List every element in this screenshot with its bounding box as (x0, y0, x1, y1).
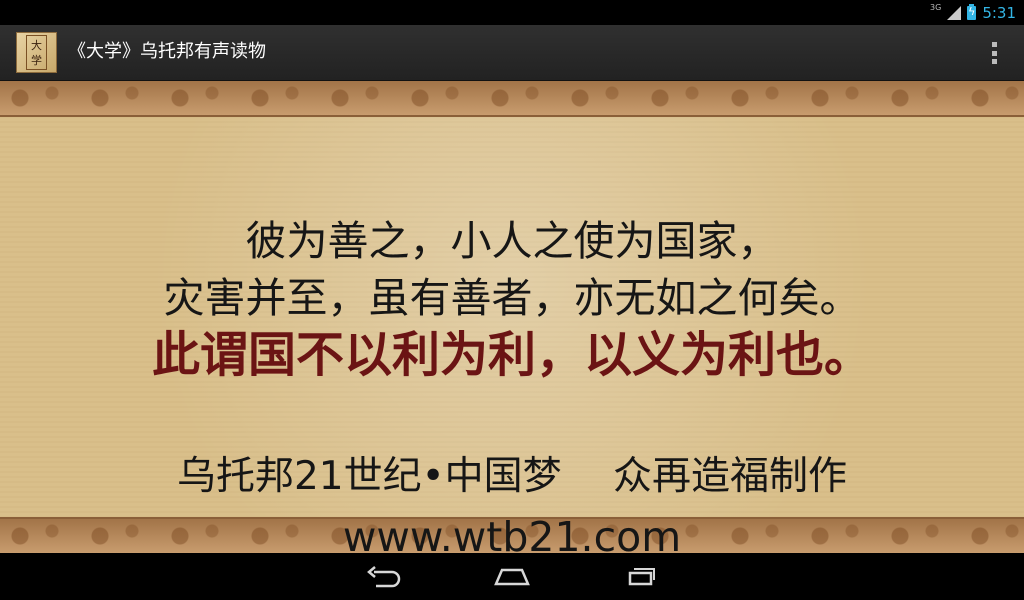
production-credit: 乌托邦21世纪•中国梦 众再造福制作 (176, 454, 848, 499)
clock: 5:31 (982, 3, 1016, 22)
reading-page[interactable]: 彼为善之，小人之使为国家， 灾害并至，虽有善者，亦无如之何矣。 此谓国不以利为利… (0, 81, 1024, 553)
website-url: www.wtb21.com (342, 513, 682, 553)
network-type-label: 3G (930, 3, 942, 12)
back-button[interactable] (357, 561, 411, 592)
text-line-2: 灾害并至，虽有善者，亦无如之何矣。 (163, 274, 861, 322)
app-icon-text: 大学 (26, 35, 47, 70)
app-icon[interactable]: 大学 (16, 32, 57, 73)
signal-icon (947, 5, 962, 20)
navigation-bar (0, 553, 1024, 600)
menu-dot (992, 59, 997, 64)
status-bar: 3G 5:31 (0, 0, 1024, 25)
app-title: 《大学》乌托邦有声读物 (68, 41, 266, 62)
overflow-menu-icon[interactable] (992, 42, 998, 64)
text-line-1: 彼为善之，小人之使为国家， (245, 217, 779, 265)
highlighted-text-line: 此谓国不以利为利，以义为利也。 (151, 327, 872, 383)
menu-dot (992, 50, 997, 56)
decorative-cloud-border-top (0, 81, 1024, 117)
recent-apps-icon (628, 567, 655, 585)
status-indicators: 3G 5:31 (930, 0, 1016, 25)
battery-charging-icon (967, 3, 977, 20)
home-button[interactable] (485, 561, 539, 592)
menu-dot (992, 42, 997, 47)
back-icon (367, 565, 401, 587)
action-bar: 大学 《大学》乌托邦有声读物 (0, 25, 1024, 81)
home-icon (494, 568, 530, 585)
recent-apps-button[interactable] (613, 561, 667, 592)
